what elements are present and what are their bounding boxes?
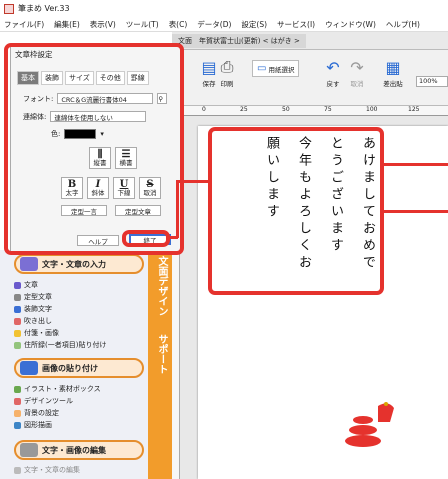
menu-help[interactable]: ヘルプ(H): [386, 19, 420, 30]
list-item[interactable]: 装飾文字: [14, 304, 52, 314]
section-edit[interactable]: 文字・画像の編集: [14, 440, 144, 460]
list-item[interactable]: 文字・文章の編集: [14, 465, 80, 475]
undo-button[interactable]: ↶ 戻す: [322, 56, 344, 89]
edit-icon: [20, 443, 38, 457]
callout-line: [384, 210, 448, 213]
insert-icon: ▦: [385, 57, 401, 77]
print-button[interactable]: ⎙ 印刷: [216, 56, 238, 88]
illustration-icon: [14, 385, 21, 393]
app-icon: [4, 3, 14, 14]
paper-select-button[interactable]: ▭ 用紙選択: [252, 60, 300, 77]
callout-line: [176, 180, 210, 183]
window-title: 筆まめ Ver.33: [18, 4, 70, 13]
text-icon: [20, 257, 38, 271]
callout-line: [384, 163, 448, 166]
left-strip: 文面デザイン サポート: [148, 250, 172, 479]
list-item[interactable]: デザインツール: [14, 396, 73, 406]
paper-icon: ▭: [257, 63, 267, 74]
close-button-highlight: [122, 230, 170, 247]
callout-line: [176, 180, 179, 238]
title-bar: 筆まめ Ver.33: [0, 0, 448, 17]
image-icon: [20, 361, 38, 375]
toolbar: ▤ 保存 ⎙ 印刷 ▭ 用紙選択 ↶ 戻す ↷ 取消 ▦ 差出貼 100%: [172, 50, 448, 106]
text-edit-icon: [14, 466, 21, 474]
strip-label-design[interactable]: 文面デザイン: [154, 256, 169, 316]
text-frame-highlight: [208, 127, 384, 295]
redo-icon: ↷: [350, 57, 364, 77]
address-icon: [14, 341, 21, 349]
section-text-input[interactable]: 文字・文章の入力: [14, 254, 144, 274]
background-icon: [14, 409, 21, 417]
redo-button[interactable]: ↷ 取消: [346, 56, 368, 89]
template-icon: [14, 293, 21, 301]
list-item[interactable]: 付箋・画像: [14, 328, 59, 338]
insert-button[interactable]: ▦ 差出貼: [382, 56, 404, 89]
menu-file[interactable]: ファイル(F): [4, 19, 44, 30]
menu-edit[interactable]: 編集(E): [54, 19, 80, 30]
balloon-icon: [14, 317, 21, 325]
section-image-paste[interactable]: 画像の貼り付け: [14, 358, 144, 378]
list-item[interactable]: 図形描画: [14, 420, 52, 430]
menu-data[interactable]: データ(D): [197, 19, 231, 30]
list-item[interactable]: 背景の設定: [14, 408, 59, 418]
menu-service[interactable]: サービス(I): [277, 19, 315, 30]
sticky-note-icon: [14, 329, 21, 337]
list-item[interactable]: 定型文章: [14, 292, 52, 302]
list-item[interactable]: 文章: [14, 280, 38, 290]
design-tool-icon: [14, 397, 21, 405]
menu-table[interactable]: 表(C): [169, 19, 188, 30]
text-icon: [14, 281, 21, 289]
undo-icon: ↶: [326, 57, 340, 77]
menu-settings[interactable]: 設定(S): [241, 19, 267, 30]
menu-tools[interactable]: ツール(T): [126, 19, 159, 30]
printer-icon: ⎙: [220, 57, 234, 76]
strip-label-support[interactable]: サポート: [154, 334, 169, 374]
menu-window[interactable]: ウィンドウ(W): [325, 19, 376, 30]
document-tab[interactable]: 文面 年賀状富士山(更新) < はがき >: [172, 33, 306, 48]
menu-view[interactable]: 表示(V): [90, 19, 116, 30]
zoom-select[interactable]: 100%: [416, 76, 448, 87]
list-item[interactable]: イラスト・素材ボックス: [14, 384, 101, 394]
decor-text-icon: [14, 305, 21, 313]
list-item[interactable]: 住所録(一者項目)貼り付け: [14, 340, 106, 350]
list-item[interactable]: 吹き出し: [14, 316, 52, 326]
menu-bar: ファイル(F) 編集(E) 表示(V) ツール(T) 表(C) データ(D) 設…: [0, 17, 448, 32]
horizontal-ruler: 0 25 50 75 100 125: [172, 106, 448, 116]
document-tab-bar: 文面 年賀状富士山(更新) < はがき >: [172, 32, 448, 50]
sake-cup-illustration: [345, 402, 394, 447]
dialog-highlight-frame: [4, 43, 184, 255]
shape-icon: [14, 421, 21, 429]
